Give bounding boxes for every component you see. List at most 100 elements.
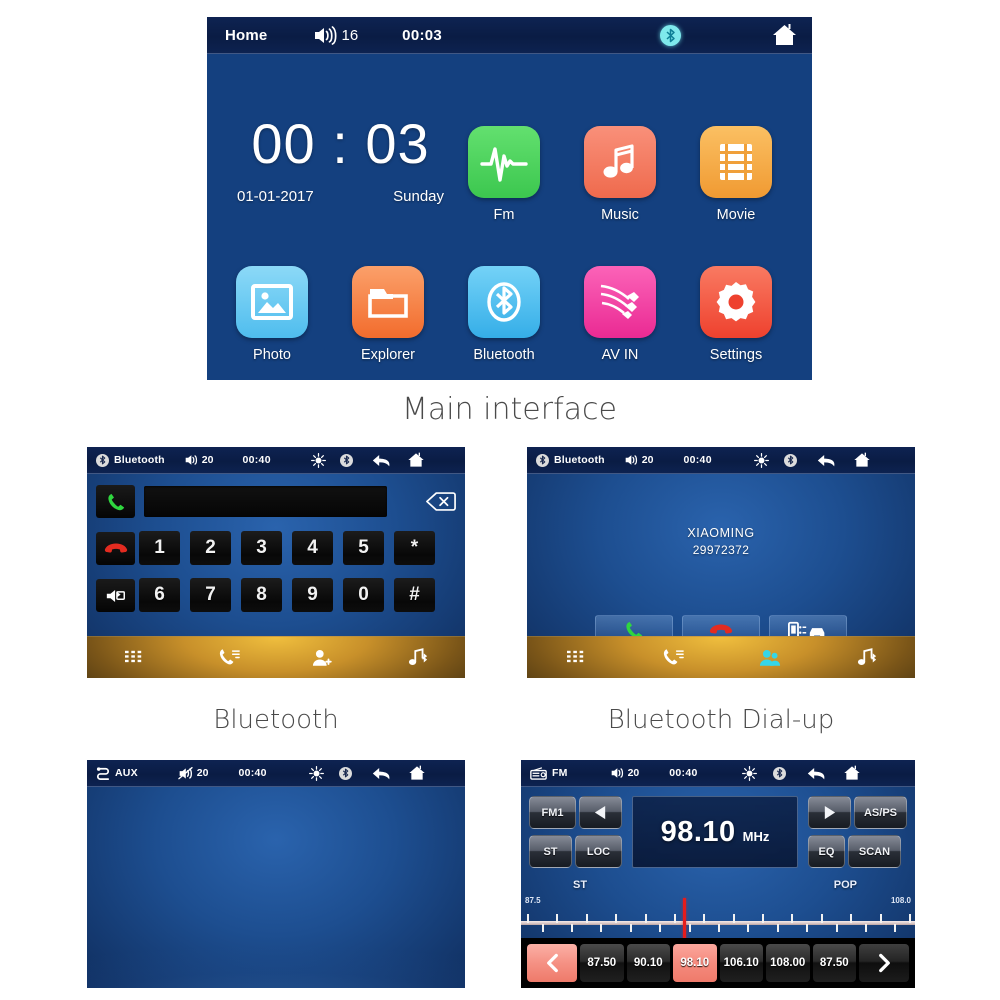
backspace-button[interactable] — [424, 488, 457, 514]
brightness-icon[interactable] — [741, 765, 757, 781]
caller-number: 29972372 — [692, 543, 750, 557]
volume-icon[interactable] — [313, 25, 337, 45]
preset-button[interactable]: 98.10 — [673, 944, 717, 982]
phone-number-input[interactable] — [144, 486, 387, 517]
volume-level: 20 — [201, 454, 214, 466]
bluetooth-icon[interactable] — [338, 766, 352, 780]
keypad-key[interactable]: 9 — [292, 578, 333, 612]
keypad-key[interactable]: 0 — [343, 578, 384, 612]
keypad-key[interactable]: 1 — [139, 531, 180, 565]
home-icon[interactable] — [407, 452, 425, 468]
tune-up-button[interactable] — [808, 796, 851, 829]
photo-icon — [236, 266, 308, 338]
preset-button[interactable]: 106.10 — [719, 944, 763, 982]
bluetooth-icon[interactable] — [660, 24, 681, 46]
volume-level: 20 — [196, 767, 209, 779]
brightness-icon[interactable] — [310, 452, 326, 468]
back-arrow-icon[interactable] — [816, 453, 836, 468]
radio-icon — [530, 766, 547, 780]
app-settings[interactable]: Settings — [697, 266, 775, 363]
bluetooth-icon[interactable] — [772, 766, 786, 780]
app-music[interactable]: Music — [581, 126, 659, 223]
home-icon[interactable] — [843, 765, 861, 781]
nav-calllog[interactable] — [624, 648, 721, 667]
back-arrow-icon[interactable] — [806, 766, 826, 781]
scale-ruler[interactable] — [521, 898, 915, 950]
app-photo[interactable]: Photo — [233, 266, 311, 363]
nav-keypad[interactable] — [87, 649, 182, 667]
app-explorer[interactable]: Explorer — [349, 266, 427, 363]
scale-tick-major — [703, 914, 706, 923]
scale-min-label: 87.5 — [525, 896, 541, 905]
status-time: 00:40 — [242, 454, 271, 466]
keypad-key[interactable]: 6 — [139, 578, 180, 612]
volume-icon[interactable] — [610, 767, 626, 779]
bt-music-icon — [857, 648, 876, 665]
bluetooth-icon[interactable] — [783, 453, 797, 467]
call-end-button[interactable] — [96, 532, 135, 565]
nav-music[interactable] — [818, 648, 915, 667]
app-label: Photo — [253, 347, 291, 363]
folder-icon — [352, 266, 424, 338]
auto-store-button[interactable]: AS/PS — [854, 796, 907, 829]
app-bluetooth[interactable]: Bluetooth — [465, 266, 543, 363]
app-label: Bluetooth — [473, 347, 535, 363]
app-movie[interactable]: Movie — [697, 126, 775, 223]
caption-bluetooth: Bluetooth — [213, 705, 339, 735]
scale-tick-minor — [600, 924, 603, 932]
mute-toggle-button[interactable] — [96, 579, 135, 612]
preset-button[interactable]: 87.50 — [580, 944, 624, 982]
brightness-icon[interactable] — [753, 452, 769, 468]
caller-info: XIAOMING 29972372 — [527, 526, 915, 557]
tune-down-button[interactable] — [579, 796, 622, 829]
scan-button[interactable]: SCAN — [848, 835, 901, 868]
fm-body: FM1 ST LOC 98.10 MHz AS/PS EQ SCAN ST PO… — [521, 787, 915, 988]
keypad-key[interactable]: 5 — [343, 531, 384, 565]
volume-icon[interactable] — [624, 454, 640, 466]
main-body: 00 : 03 01-01-2017 Sunday Fm Music Movie… — [207, 54, 812, 380]
preset-prev-button[interactable] — [527, 944, 577, 982]
scale-tick-minor — [806, 924, 809, 932]
eq-button[interactable]: EQ — [808, 835, 845, 868]
home-icon[interactable] — [408, 765, 426, 781]
back-arrow-icon[interactable] — [371, 453, 391, 468]
volume-muted-icon[interactable] — [178, 766, 195, 780]
app-fm[interactable]: Fm — [465, 126, 543, 223]
home-icon[interactable] — [853, 452, 871, 468]
preset-button[interactable]: 87.50 — [812, 944, 856, 982]
nav-calllog[interactable] — [182, 648, 277, 667]
keypad-key[interactable]: 2 — [190, 531, 231, 565]
speaker-swap-icon — [106, 589, 125, 602]
contacts-icon — [759, 649, 780, 666]
keypad-key[interactable]: * — [394, 531, 435, 565]
fm-band-button[interactable]: FM1 — [529, 796, 576, 829]
keypad-icon — [566, 650, 583, 662]
preset-next-button[interactable] — [859, 944, 909, 982]
preset-button[interactable]: 108.00 — [766, 944, 810, 982]
preset-button[interactable]: 90.10 — [626, 944, 670, 982]
volume-icon[interactable] — [184, 454, 200, 466]
call-answer-button[interactable] — [96, 485, 135, 518]
scale-tick-major — [791, 914, 794, 923]
brightness-icon[interactable] — [308, 765, 324, 781]
home-icon[interactable] — [771, 23, 798, 47]
nav-contacts[interactable] — [721, 649, 818, 667]
app-avin[interactable]: AV IN — [581, 266, 659, 363]
nav-music[interactable] — [371, 648, 466, 667]
scale-tick-minor — [629, 924, 632, 932]
local-button[interactable]: LOC — [575, 835, 622, 868]
scale-max-label: 108.0 — [890, 896, 911, 905]
main-status-bar: Home 16 00:03 — [207, 17, 812, 54]
keypad-key[interactable]: # — [394, 578, 435, 612]
nav-keypad[interactable] — [527, 649, 624, 667]
caption-dialup: Bluetooth Dial-up — [607, 705, 835, 735]
keypad-key[interactable]: 3 — [241, 531, 282, 565]
keypad-key[interactable]: 8 — [241, 578, 282, 612]
keypad-key[interactable]: 7 — [190, 578, 231, 612]
bluetooth-icon[interactable] — [339, 453, 353, 467]
back-arrow-icon[interactable] — [371, 766, 391, 781]
clock-date: 01-01-2017 — [237, 188, 314, 205]
nav-contacts[interactable] — [276, 649, 371, 667]
stereo-button[interactable]: ST — [529, 835, 572, 868]
keypad-key[interactable]: 4 — [292, 531, 333, 565]
